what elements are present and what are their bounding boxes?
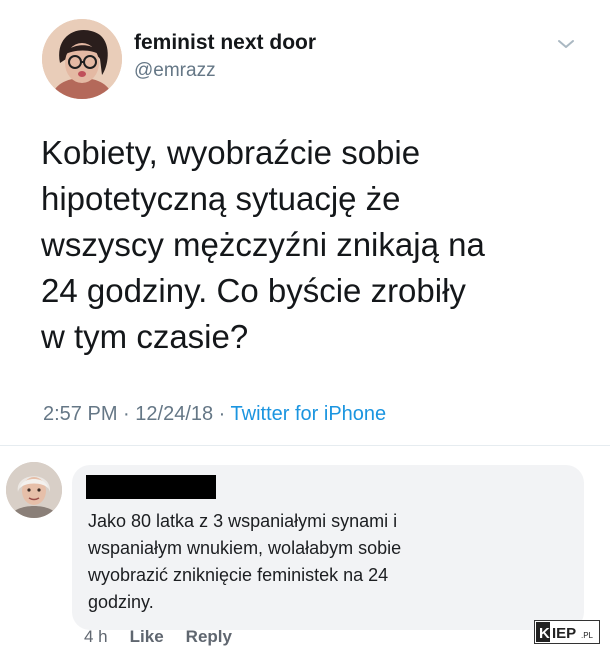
tweet-author-name[interactable]: feminist next door xyxy=(134,31,316,55)
chevron-down-icon[interactable] xyxy=(553,34,579,54)
tweet-metadata: 2:57 PM · 12/24/18 · Twitter for iPhone xyxy=(43,403,386,426)
tweet-date[interactable]: 12/24/18 xyxy=(135,403,213,425)
like-button[interactable]: Like xyxy=(130,627,164,646)
tweet-author-avatar[interactable] xyxy=(42,19,122,99)
meta-separator: · xyxy=(213,403,231,425)
meta-separator: · xyxy=(117,403,136,425)
avatar-portrait-icon xyxy=(42,19,122,99)
tweet-text: Kobiety, wyobraźcie sobie hipotetyczną s… xyxy=(41,130,596,360)
svg-text:K: K xyxy=(539,625,550,642)
tweet-text-line: hipotetyczną sytuację że xyxy=(41,180,401,217)
tweet-text-line: w tym czasie? xyxy=(41,318,249,355)
redacted-commenter-name xyxy=(86,475,216,499)
comment-bubble: Jako 80 latka z 3 wspaniałymi synami i w… xyxy=(72,465,584,630)
svg-text:IEP: IEP xyxy=(552,625,576,642)
tweet-text-line: wszyscy mężczyźni znikają na xyxy=(41,226,485,263)
tweet-text-line: Kobiety, wyobraźcie sobie xyxy=(41,134,421,171)
comment-text-line: wspaniałym wnukiem, wolałabym sobie xyxy=(88,538,402,558)
reply-button[interactable]: Reply xyxy=(186,627,232,646)
tweet-text-line: 24 godziny. Co byście zrobiły xyxy=(41,272,466,309)
comment-text-line: wyobrazić zniknięcie feministek na 24 xyxy=(88,565,389,585)
tweet-source-link[interactable]: Twitter for iPhone xyxy=(231,403,387,425)
comment-text-line: godziny. xyxy=(88,592,154,612)
commenter-avatar[interactable] xyxy=(6,462,62,518)
svg-text:.PL: .PL xyxy=(581,631,594,640)
facebook-comment: Jako 80 latka z 3 wspaniałymi synami i w… xyxy=(0,447,610,653)
kiep-watermark-logo: K IEP .PL xyxy=(534,620,600,644)
comment-text-line: Jako 80 latka z 3 wspaniałymi synami i xyxy=(88,511,398,531)
tweet-author-handle[interactable]: @emrazz xyxy=(134,60,216,82)
comment-actions: 4 h Like Reply xyxy=(84,627,232,647)
tweet-time[interactable]: 2:57 PM xyxy=(43,403,117,425)
tweet-card: feminist next door @emrazz Kobiety, wyob… xyxy=(0,0,610,446)
comment-timestamp[interactable]: 4 h xyxy=(84,627,108,646)
comment-text: Jako 80 latka z 3 wspaniałymi synami i w… xyxy=(88,508,558,616)
avatar-portrait-icon xyxy=(6,462,62,518)
